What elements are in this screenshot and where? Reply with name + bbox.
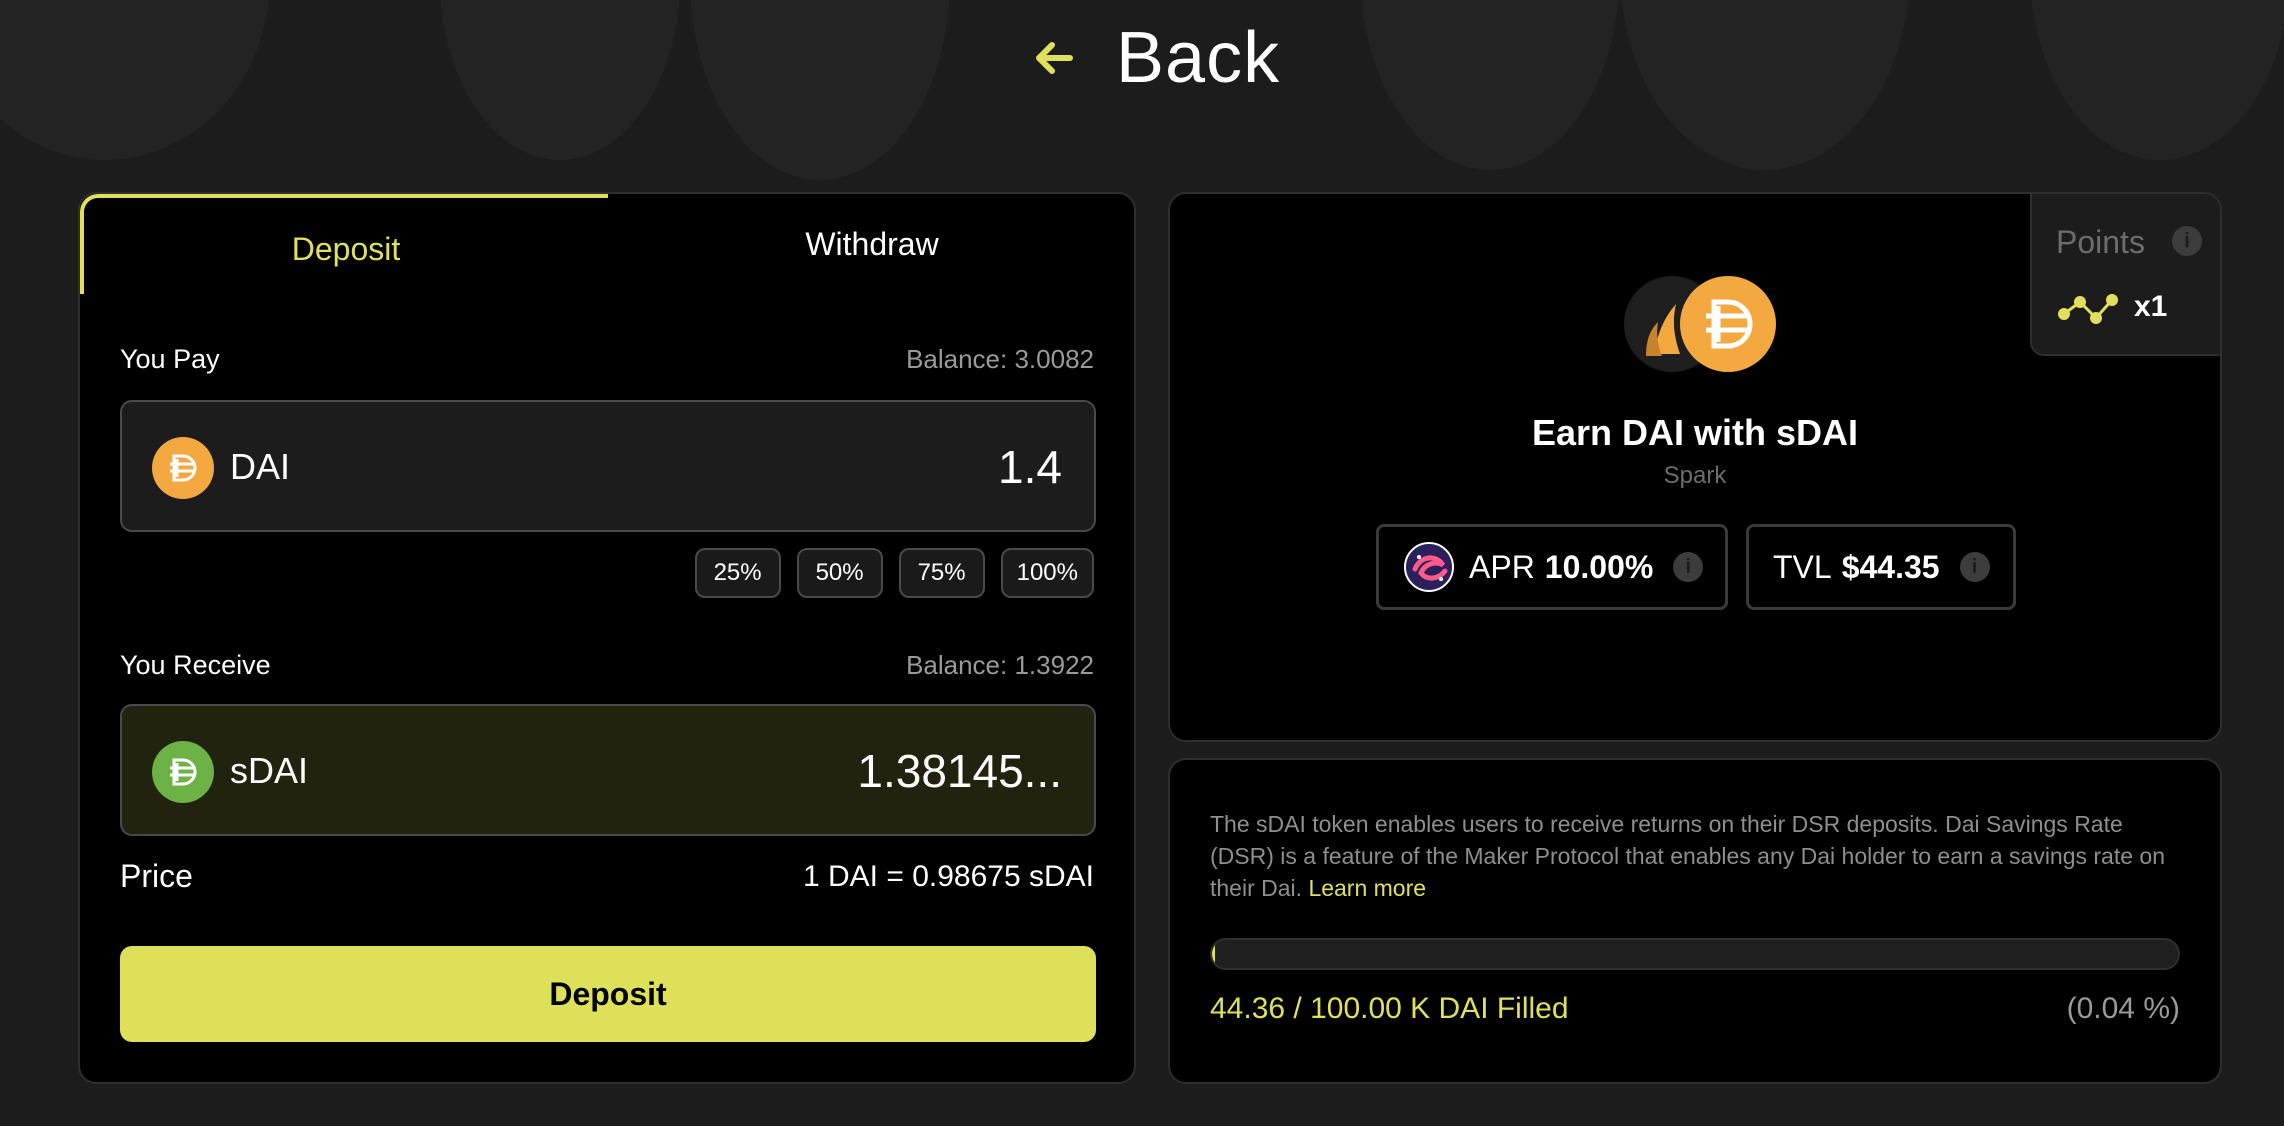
learn-more-link[interactable]: Learn more — [1308, 875, 1426, 901]
sdai-icon — [152, 741, 214, 803]
tvl-label: TVL — [1773, 548, 1832, 585]
points-box: Points i x1 — [2030, 194, 2220, 356]
info-icon[interactable]: i — [2172, 226, 2202, 256]
fill-status: 44.36 / 100.00 K DAI Filled — [1210, 992, 1569, 1025]
back-button[interactable]: Back — [1030, 18, 1280, 98]
tab-deposit[interactable]: Deposit — [80, 194, 608, 294]
pay-amount-field[interactable]: DAI 1.4 — [120, 400, 1096, 532]
fill-progress-bar — [1210, 938, 2180, 970]
description-panel: The sDAI token enables users to receive … — [1168, 758, 2222, 1084]
tab-withdraw[interactable]: Withdraw — [608, 194, 1134, 294]
info-icon[interactable]: i — [1673, 552, 1704, 582]
swap-panel: Deposit Withdraw You Pay Balance: 3.0082… — [78, 192, 1136, 1084]
pool-info-panel: Points i x1 Earn DAI with sDAI Spark APR… — [1168, 192, 2222, 742]
percent-75-button[interactable]: 75% — [898, 548, 985, 598]
back-label: Back — [1116, 18, 1281, 98]
arrow-left-icon — [1036, 42, 1073, 74]
bg-circle — [440, 0, 680, 160]
apr-value: 10.00% — [1544, 548, 1654, 585]
apr-label: APR — [1469, 548, 1535, 585]
receive-balance: Balance: 1.3922 — [906, 650, 1094, 680]
bg-circle — [1360, 0, 1620, 170]
you-receive-label: You Receive — [120, 650, 271, 680]
fill-percent: (0.04 %) — [2066, 992, 2180, 1025]
fill-progress-value — [1212, 940, 1215, 968]
receive-amount-field: sDAI 1.38145... — [120, 704, 1096, 836]
apr-stat: APR 10.00% i — [1376, 524, 1728, 610]
tvl-stat: TVL $44.35 i — [1746, 524, 2016, 610]
points-multiplier: x1 — [2134, 290, 2168, 323]
percent-100-button[interactable]: 100% — [1000, 548, 1094, 598]
pool-protocol: Spark — [1663, 462, 1727, 489]
pool-token-icons — [1624, 276, 1776, 372]
price-label: Price — [120, 858, 193, 894]
bg-circle — [0, 0, 270, 160]
receive-amount: 1.38145... — [857, 745, 1062, 797]
receive-token-name: sDAI — [230, 750, 309, 791]
points-dots-icon — [2058, 294, 2118, 324]
pay-token-name: DAI — [230, 446, 291, 487]
deposit-button[interactable]: Deposit — [120, 946, 1096, 1042]
info-icon[interactable]: i — [1959, 552, 1990, 582]
percent-50-button[interactable]: 50% — [796, 548, 883, 598]
pay-amount[interactable]: 1.4 — [998, 440, 1062, 494]
price-value: 1 DAI = 0.98675 sDAI — [802, 860, 1094, 893]
dai-icon — [1680, 276, 1776, 372]
tvl-value: $44.35 — [1841, 548, 1940, 585]
percent-buttons: 25% 50% 75% 100% — [694, 548, 1094, 598]
percent-25-button[interactable]: 25% — [694, 548, 781, 598]
pool-title: Earn DAI with sDAI — [1531, 412, 1859, 453]
dai-icon — [152, 437, 214, 499]
description: The sDAI token enables users to receive … — [1210, 808, 2190, 904]
bg-circle — [690, 0, 950, 180]
points-label: Points — [2056, 224, 2145, 260]
bg-circle — [2030, 0, 2284, 160]
apr-badge-icon — [1404, 542, 1454, 592]
bg-circle — [1620, 0, 1910, 170]
you-pay-label: You Pay — [120, 344, 220, 374]
pay-balance: Balance: 3.0082 — [906, 344, 1094, 374]
